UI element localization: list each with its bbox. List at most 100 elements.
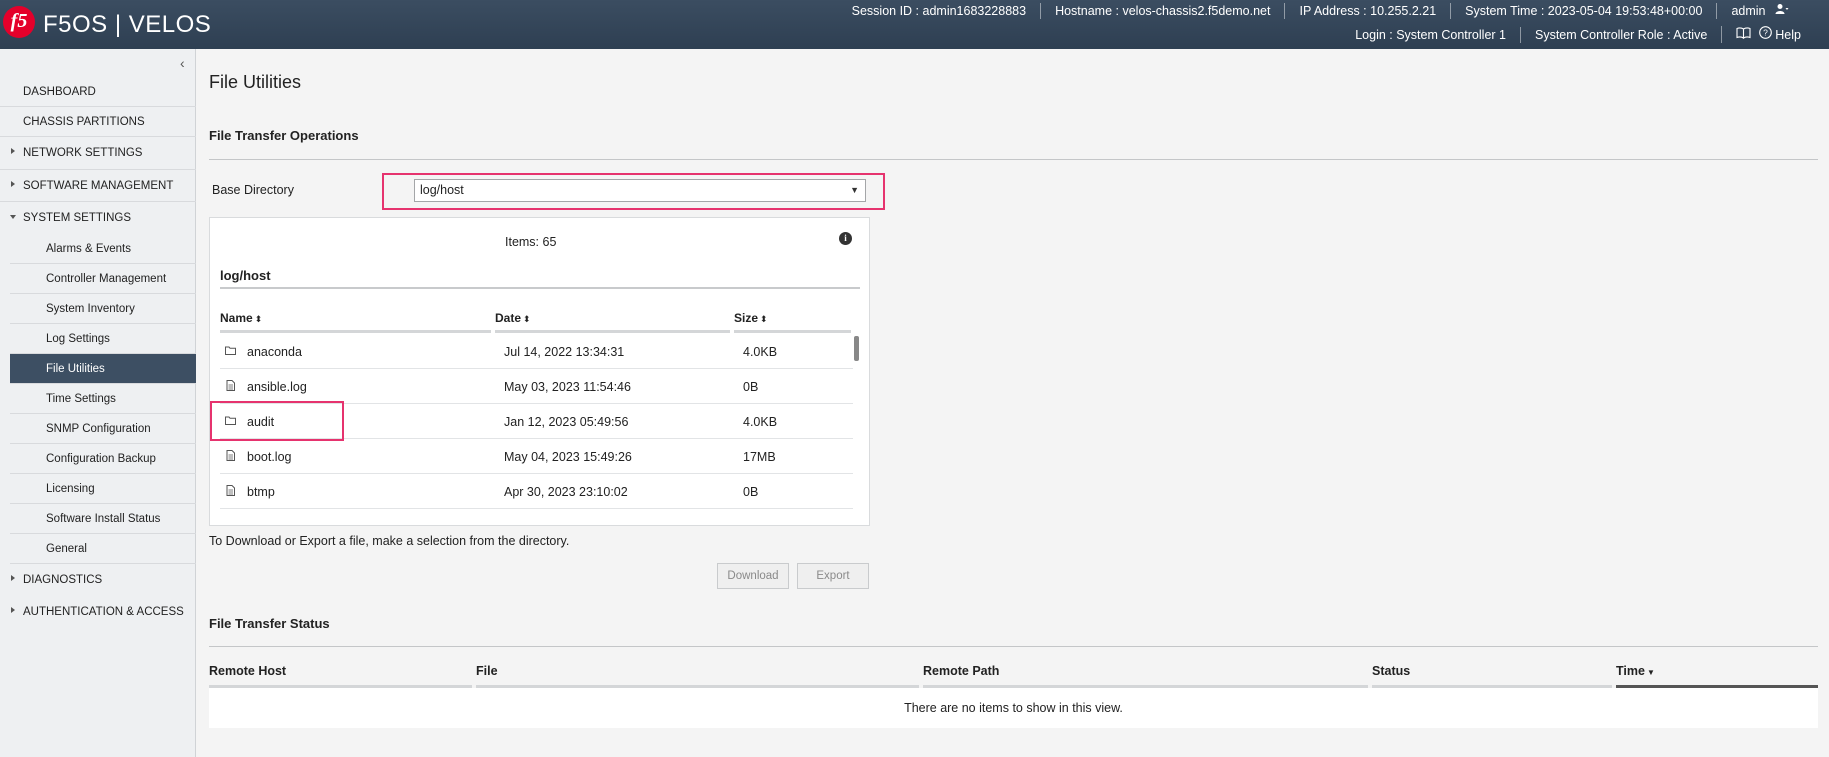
sidebar-subitem-alarms-events[interactable]: Alarms & Events — [10, 234, 196, 264]
sidebar-subitem-time-settings[interactable]: Time Settings — [10, 384, 196, 414]
column-header-size[interactable]: Size ⬍ — [734, 311, 768, 325]
file-size: 0B — [743, 485, 759, 499]
table-row[interactable]: btmp Apr 30, 2023 23:10:02 0B — [220, 474, 853, 509]
file-name: ansible.log — [247, 380, 307, 394]
highlight-box — [210, 401, 344, 441]
sidebar-subitem-controller-management[interactable]: Controller Management — [10, 264, 196, 294]
column-header-date-label: Date — [495, 311, 522, 325]
table-row[interactable]: ansible.log May 03, 2023 11:54:46 0B — [220, 369, 853, 404]
top-header: f5 F5OS | VELOS Session ID : admin168322… — [0, 0, 1829, 49]
sidebar-item-diagnostics[interactable]: DIAGNOSTICS — [0, 564, 196, 596]
header-info-row: Session ID : admin1683228883 Hostname : … — [838, 3, 1803, 19]
sort-icon: ⬍ — [523, 314, 531, 324]
help-icon: ? — [1759, 26, 1773, 43]
file-browser: Items: 65 i log/host Name ⬍ Date ⬍ Size ⬍ a… — [209, 217, 870, 526]
file-transfer-status-title: File Transfer Status — [209, 616, 330, 631]
hostname: Hostname : velos-chassis2.f5demo.net — [1040, 3, 1284, 19]
column-header-name[interactable]: Name ⬍ — [220, 311, 262, 325]
directory-divider — [220, 287, 860, 289]
help-area: ? Help — [1721, 26, 1815, 43]
user-menu[interactable]: admin — [1716, 3, 1803, 19]
table-row[interactable]: boot.log May 04, 2023 15:49:26 17MB — [220, 439, 853, 474]
base-directory-value: log/host — [420, 183, 464, 197]
items-count: Items: 65 — [505, 235, 557, 249]
file-icon — [225, 380, 236, 391]
user-icon — [1775, 3, 1789, 19]
file-date: May 04, 2023 15:49:26 — [504, 450, 632, 464]
column-header-date[interactable]: Date ⬍ — [495, 311, 531, 325]
column-header-name-label: Name — [220, 311, 253, 325]
info-icon[interactable]: i — [839, 232, 852, 245]
sort-desc-icon: ▼ — [1646, 668, 1655, 677]
sidebar-subitem-licensing[interactable]: Licensing — [10, 474, 196, 504]
sidebar-nav: DASHBOARD CHASSIS PARTITIONS NETWORK SET… — [0, 77, 196, 628]
base-directory-label: Base Directory — [212, 183, 294, 197]
file-date: Apr 30, 2023 23:10:02 — [504, 485, 628, 499]
sidebar-subitem-file-utilities[interactable]: File Utilities — [10, 354, 196, 384]
sidebar-subitem-software-install-status[interactable]: Software Install Status — [10, 504, 196, 534]
file-size: 4.0KB — [743, 415, 778, 429]
file-name: boot.log — [247, 450, 292, 464]
sidebar-item-authentication-access[interactable]: AUTHENTICATION & ACCESS — [0, 596, 196, 628]
sidebar-item-software-management[interactable]: SOFTWARE MANAGEMENT — [0, 170, 196, 202]
download-button[interactable]: Download — [717, 563, 789, 589]
folder-icon — [225, 345, 236, 356]
file-transfer-operations-title: File Transfer Operations — [209, 128, 359, 143]
chevron-left-icon[interactable]: ‹ — [180, 55, 185, 71]
brand-name: F5OS | VELOS — [43, 11, 212, 38]
column-header-status[interactable]: Status — [1372, 664, 1410, 678]
f5-logo[interactable]: f5 — [3, 6, 35, 38]
sidebar-item-network-settings[interactable]: NETWORK SETTINGS — [0, 137, 196, 170]
file-icon — [225, 450, 236, 461]
sidebar-subitem-system-inventory[interactable]: System Inventory — [10, 294, 196, 324]
sidebar-subitem-configuration-backup[interactable]: Configuration Backup — [10, 444, 196, 474]
help-button[interactable]: ? Help — [1759, 26, 1801, 43]
ip-address: IP Address : 10.255.2.21 — [1284, 3, 1450, 19]
column-header-time[interactable]: Time ▼ — [1616, 664, 1655, 678]
file-size: 0B — [743, 380, 759, 394]
file-size: 17MB — [743, 450, 776, 464]
sidebar-item-chassis-partitions[interactable]: CHASSIS PARTITIONS — [0, 107, 196, 137]
system-time: System Time : 2023-05-04 19:53:48+00:00 — [1450, 3, 1716, 19]
column-header-remote-path[interactable]: Remote Path — [923, 664, 999, 678]
session-id: Session ID : admin1683228883 — [851, 4, 1027, 18]
sort-icon: ⬍ — [254, 314, 263, 324]
sidebar: ‹ DASHBOARD CHASSIS PARTITIONS NETWORK S… — [0, 49, 196, 757]
sidebar-item-dashboard[interactable]: DASHBOARD — [0, 77, 196, 107]
base-directory-select[interactable]: log/host ▼ — [414, 179, 866, 202]
column-divider — [495, 330, 730, 333]
empty-state: There are no items to show in this view. — [209, 688, 1818, 728]
file-name: btmp — [247, 485, 275, 499]
page-title: File Utilities — [209, 72, 302, 92]
dropdown-arrow-icon: ▼ — [850, 185, 859, 195]
column-header-size-label: Size — [734, 311, 759, 325]
column-header-time-label: Time — [1616, 664, 1645, 678]
file-date: May 03, 2023 11:54:46 — [504, 380, 631, 394]
file-date: Jul 14, 2022 13:34:31 — [504, 345, 625, 359]
export-button[interactable]: Export — [797, 563, 869, 589]
table-row[interactable]: anaconda Jul 14, 2022 13:34:31 4.0KB — [220, 334, 853, 369]
help-label: Help — [1775, 27, 1801, 42]
column-divider — [734, 330, 851, 333]
column-header-remote-host[interactable]: Remote Host — [209, 664, 286, 678]
login-info: Login : System Controller 1 — [1355, 27, 1506, 42]
file-icon — [225, 485, 236, 496]
scrollbar-thumb[interactable] — [854, 336, 859, 361]
current-directory-label: log/host — [220, 268, 271, 283]
column-header-file[interactable]: File — [476, 664, 498, 678]
user-name: admin — [1731, 4, 1766, 18]
svg-text:?: ? — [1763, 28, 1768, 38]
sort-icon: ⬍ — [760, 314, 768, 324]
selection-hint: To Download or Export a file, make a sel… — [209, 534, 570, 548]
sidebar-subitem-general[interactable]: General — [10, 534, 196, 564]
sidebar-subitem-snmp-configuration[interactable]: SNMP Configuration — [10, 414, 196, 444]
book-icon[interactable] — [1736, 26, 1751, 43]
header-login-row: Login : System Controller 1 System Contr… — [1341, 26, 1815, 43]
controller-role: System Controller Role : Active — [1519, 26, 1721, 43]
file-size: 4.0KB — [743, 345, 778, 359]
file-name: anaconda — [247, 345, 302, 359]
sidebar-subitem-log-settings[interactable]: Log Settings — [10, 324, 196, 354]
section-divider — [209, 646, 1818, 647]
sidebar-item-system-settings[interactable]: SYSTEM SETTINGS — [0, 202, 196, 234]
column-divider — [220, 330, 491, 333]
